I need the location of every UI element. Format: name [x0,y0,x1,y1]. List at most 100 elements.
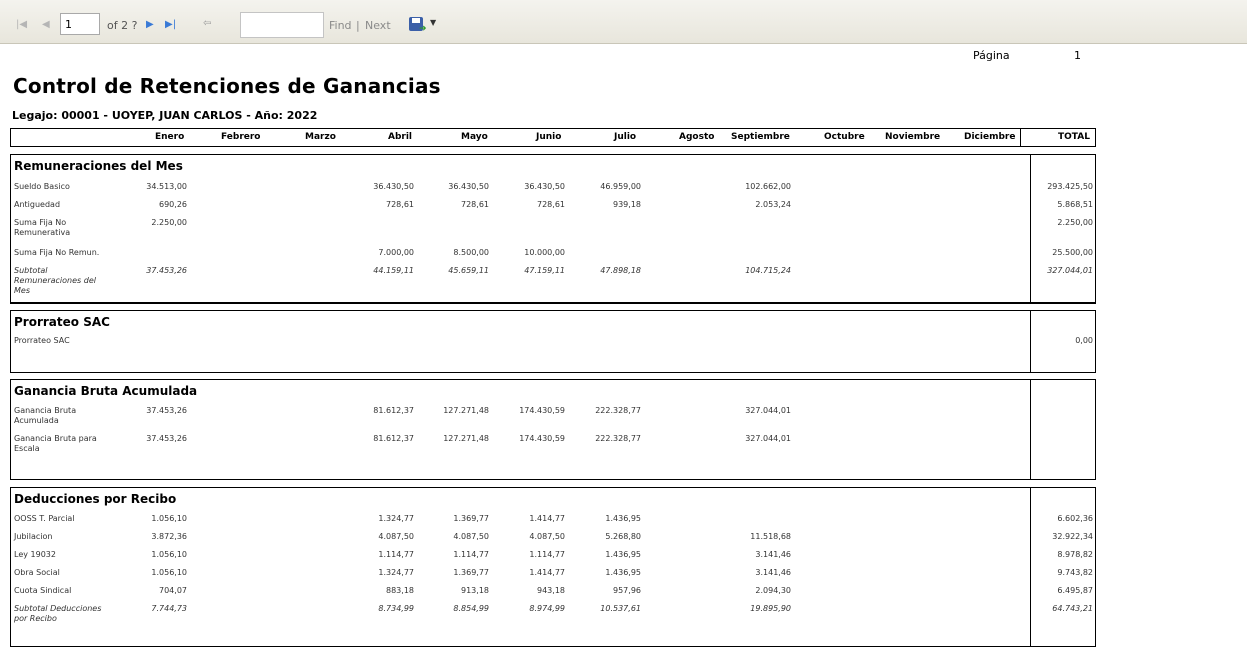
cell-enero: 37.453,26 [146,434,187,443]
cell-abril: 7.000,00 [378,248,414,257]
col-header-noviembre: Noviembre [885,132,941,142]
cell-abril: 8.734,99 [378,604,414,613]
last-page-icon[interactable]: ▶| [165,19,176,31]
col-header-octubre: Octubre [824,132,865,142]
section-prorrateo-sac: Prorrateo SAC Prorrateo SAC 0,00 [10,310,1096,373]
cell-total: 2.250,00 [1057,218,1093,227]
cell-junio: 728,61 [537,200,565,209]
cell-total: 6.495,87 [1057,586,1093,595]
cell-julio: 1.436,95 [605,550,641,559]
cell-mayo: 728,61 [461,200,489,209]
cell-mayo: 45.659,11 [448,266,489,275]
cell-enero: 37.453,26 [146,406,187,415]
cell-abril: 81.612,37 [373,434,414,443]
row-label: OOSS T. Parcial [14,514,75,523]
cell-mayo: 1.369,77 [453,514,489,523]
col-header-marzo: Marzo [305,132,336,142]
previous-page-icon[interactable]: ◀ [42,19,50,31]
cell-enero: 704,07 [159,586,187,595]
cell-junio: 47.159,11 [524,266,565,275]
cell-junio: 36.430,50 [524,182,565,191]
cell-abril: 36.430,50 [373,182,414,191]
section-title: Remuneraciones del Mes [14,159,183,173]
cell-enero: 1.056,10 [151,514,187,523]
cell-julio: 10.537,61 [600,604,641,613]
page-number-input[interactable] [60,13,100,35]
col-header-septiembre: Septiembre [731,132,790,142]
cell-mayo: 8.854,99 [453,604,489,613]
cell-julio: 957,96 [613,586,641,595]
section-deducciones: Deducciones por Recibo OOSS T. Parcial 1… [10,487,1096,647]
cell-julio: 5.268,80 [605,532,641,541]
row-label: Ganancia Bruta Acumulada [14,406,77,425]
col-header-febrero: Febrero [221,132,261,142]
row-label: Subtotal Remuneraciones del Mes [14,266,96,295]
cell-julio: 222.328,77 [595,434,641,443]
cell-junio: 10.000,00 [524,248,565,257]
cell-enero: 3.872,36 [151,532,187,541]
row-label: Suma Fija No Remunerativa [14,218,71,237]
cell-mayo: 36.430,50 [448,182,489,191]
cell-junio: 943,18 [537,586,565,595]
cell-total: 25.500,00 [1052,248,1093,257]
cell-septiembre: 3.141,46 [755,550,791,559]
cell-mayo: 1.369,77 [453,568,489,577]
cell-total: 5.868,51 [1057,200,1093,209]
first-page-icon[interactable]: |◀ [16,19,27,31]
row-label: Jubilacion [14,532,53,541]
section-title: Ganancia Bruta Acumulada [14,384,198,398]
cell-septiembre: 327.044,01 [745,406,791,415]
report-subtitle: Legajo: 00001 - UOYEP, JUAN CARLOS - Año… [12,109,318,122]
cell-total: 6.602,36 [1057,514,1093,523]
cell-total: 293.425,50 [1047,182,1093,191]
report-toolbar: |◀ ◀ of 2 ? ▶ ▶| ⇦ Find | Next ➜ ▼ [0,0,1247,44]
cell-mayo: 127.271,48 [443,434,489,443]
cell-julio: 1.436,95 [605,568,641,577]
cell-junio: 8.974,99 [529,604,565,613]
dropdown-arrow-icon[interactable]: ▼ [430,17,436,29]
next-link[interactable]: Next [365,19,391,32]
back-icon[interactable]: ⇦ [203,18,211,30]
row-label: Subtotal Deducciones por Recibo [14,604,102,623]
col-header-abril: Abril [388,132,413,142]
col-header-agosto: Agosto [679,132,715,142]
cell-total: 0,00 [1075,336,1093,345]
row-label: Obra Social [14,568,60,577]
cell-total: 9.743,82 [1057,568,1093,577]
cell-septiembre: 2.094,30 [755,586,791,595]
cell-enero: 34.513,00 [146,182,187,191]
cell-total: 64.743,21 [1052,604,1093,613]
row-label: Suma Fija No Remun. [14,248,100,257]
cell-total: 8.978,82 [1057,550,1093,559]
cell-enero: 1.056,10 [151,568,187,577]
cell-abril: 81.612,37 [373,406,414,415]
cell-junio: 1.414,77 [529,568,565,577]
row-label: Sueldo Basico [14,182,70,191]
cell-abril: 883,18 [386,586,414,595]
row-label: Ganancia Bruta para Escala [14,434,97,453]
cell-julio: 222.328,77 [595,406,641,415]
cell-septiembre: 19.895,90 [750,604,791,613]
cell-septiembre: 102.662,00 [745,182,791,191]
find-link[interactable]: Find [329,19,352,32]
cell-junio: 4.087,50 [529,532,565,541]
col-header-mayo: Mayo [461,132,488,142]
row-label: Ley 19032 [14,550,56,559]
cell-abril: 4.087,50 [378,532,414,541]
cell-junio: 1.414,77 [529,514,565,523]
cell-septiembre: 11.518,68 [750,532,791,541]
cell-abril: 1.324,77 [378,514,414,523]
cell-julio: 939,18 [613,200,641,209]
find-text-input[interactable] [240,12,324,38]
report-title: Control de Retenciones de Ganancias [13,74,441,98]
col-header-junio: Junio [536,132,562,142]
cell-enero: 690,26 [159,200,187,209]
col-header-enero: Enero [155,132,185,142]
section-title: Prorrateo SAC [14,315,110,329]
col-header-diciembre: Diciembre [964,132,1016,142]
cell-mayo: 8.500,00 [453,248,489,257]
cell-abril: 728,61 [386,200,414,209]
next-page-icon[interactable]: ▶ [146,19,154,31]
cell-junio: 174.430,59 [519,434,565,443]
export-save-icon[interactable]: ➜ [409,17,427,34]
